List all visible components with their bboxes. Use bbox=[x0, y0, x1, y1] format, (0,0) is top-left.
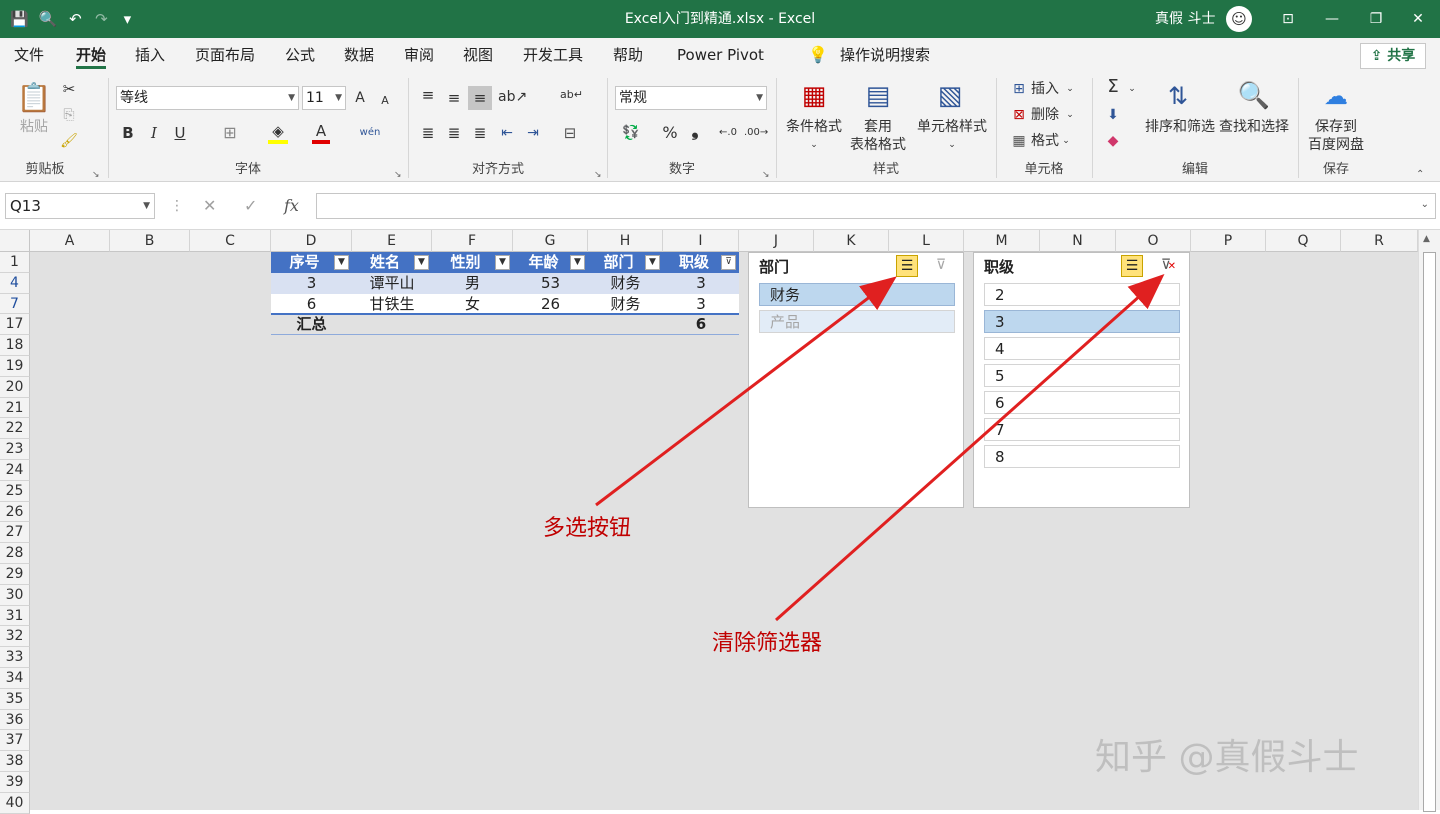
arrow-to-clear-filter bbox=[775, 274, 1165, 622]
scrollbar-thumb[interactable] bbox=[1423, 252, 1436, 812]
annotation-multi-select: 多选按钮 bbox=[543, 516, 632, 541]
vertical-scrollbar[interactable]: ▲ bbox=[1418, 230, 1440, 812]
scroll-up-icon[interactable]: ▲ bbox=[1423, 234, 1430, 244]
arrow-to-multi-select bbox=[595, 276, 897, 507]
annotation-clear-filter: 清除筛选器 bbox=[712, 631, 823, 656]
watermark: 知乎 @真假斗士 bbox=[1095, 737, 1359, 778]
annotation-arrows bbox=[595, 274, 1165, 622]
